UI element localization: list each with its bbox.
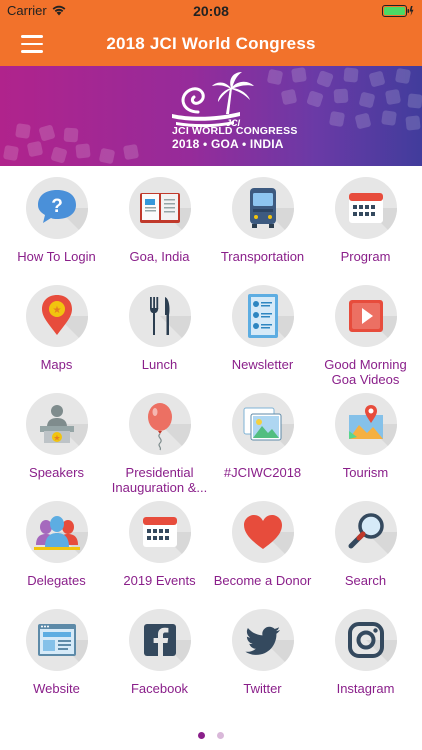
clock: 20:08 [193, 3, 229, 19]
tile-label: Newsletter [231, 357, 294, 372]
newsletter-icon [232, 285, 294, 347]
people-group-icon [26, 501, 88, 563]
svg-text:?: ? [51, 196, 63, 217]
tile-label: Instagram [336, 681, 395, 696]
twitter-icon [232, 609, 294, 671]
banner-line-2: 2018 • GOA • INDIA [172, 137, 284, 151]
heart-icon [232, 501, 294, 563]
tile-presidential-inauguration[interactable]: Presidential Inauguration &... [108, 382, 211, 495]
event-banner: JCI JCI WORLD CONGRESS 2018 • GOA • INDI… [0, 66, 422, 166]
page-title: 2018 JCI World Congress [106, 34, 316, 53]
tile-label: Become a Donor [213, 573, 312, 588]
open-book-icon [129, 177, 191, 239]
tile-label: Transportation [220, 249, 305, 264]
website-icon [26, 609, 88, 671]
tile-label: #JCIWC2018 [223, 465, 302, 480]
bus-icon [232, 177, 294, 239]
photo-gallery-icon [232, 393, 294, 455]
calendar-icon [335, 177, 397, 239]
tile-lunch[interactable]: Lunch [108, 274, 211, 382]
speaker-podium-icon: ★ [26, 393, 88, 455]
tile-goa-india[interactable]: Goa, India [108, 166, 211, 274]
events-calendar-icon [129, 501, 191, 563]
menu-grid: ? How To Login Goa, India Transportation… [0, 166, 422, 726]
tile-jciwc2018[interactable]: #JCIWC2018 [211, 382, 314, 490]
tourism-map-icon [335, 393, 397, 455]
balloon-icon [129, 393, 191, 455]
tile-label: How To Login [17, 249, 96, 264]
magnifier-icon [335, 501, 397, 563]
tile-label: 2019 Events [123, 573, 196, 588]
tile-label: Website [33, 681, 80, 696]
map-pin-icon: ★ [26, 285, 88, 347]
tile-label: Search [344, 573, 387, 588]
tile-transportation[interactable]: Transportation [211, 166, 314, 274]
banner-text: JCI WORLD CONGRESS 2018 • GOA • INDIA [172, 125, 298, 151]
tile-website[interactable]: Website [5, 598, 108, 706]
tile-program[interactable]: Program [314, 166, 417, 274]
tile-become-a-donor[interactable]: Become a Donor [211, 490, 314, 598]
page-dot-active[interactable] [197, 732, 205, 739]
tile-newsletter[interactable]: Newsletter [211, 274, 314, 382]
question-bubble-icon: ? [26, 177, 88, 239]
tile-how-to-login[interactable]: ? How To Login [5, 166, 108, 274]
facebook-icon [129, 609, 191, 671]
tile-label: Program [340, 249, 391, 264]
tile-instagram[interactable]: Instagram [314, 598, 417, 706]
tile-label: Delegates [27, 573, 86, 588]
play-video-icon [335, 285, 397, 347]
fork-knife-icon [129, 285, 191, 347]
instagram-icon [335, 609, 397, 671]
navigation-bar: 2018 JCI World Congress [0, 22, 422, 66]
page-indicator[interactable] [0, 726, 422, 739]
tile-maps[interactable]: ★ Maps [5, 274, 108, 382]
tile-label: Speakers [29, 465, 84, 480]
tile-twitter[interactable]: Twitter [211, 598, 314, 706]
tile-speakers[interactable]: ★ Speakers [5, 382, 108, 490]
tile-label: Goa, India [129, 249, 190, 264]
tile-label: Maps [40, 357, 73, 372]
battery-icon [382, 5, 414, 17]
tile-label: Twitter [243, 681, 282, 696]
tile-label: Tourism [342, 465, 389, 480]
tile-label: Facebook [130, 681, 189, 696]
svg-text:★: ★ [53, 305, 62, 316]
page-dot[interactable] [217, 732, 225, 739]
tile-tourism[interactable]: Tourism [314, 382, 417, 490]
tile-2019-events[interactable]: 2019 Events [108, 490, 211, 598]
tile-facebook[interactable]: Facebook [108, 598, 211, 706]
tile-delegates[interactable]: Delegates [5, 490, 108, 598]
tile-label: Lunch [141, 357, 178, 372]
tile-good-morning-goa-videos[interactable]: Good Morning Goa Videos [314, 274, 417, 387]
status-bar: Carrier 20:08 [0, 0, 422, 22]
tile-search[interactable]: Search [314, 490, 417, 598]
jci-logo-icon: JCI [172, 72, 254, 128]
svg-text:★: ★ [53, 434, 60, 443]
